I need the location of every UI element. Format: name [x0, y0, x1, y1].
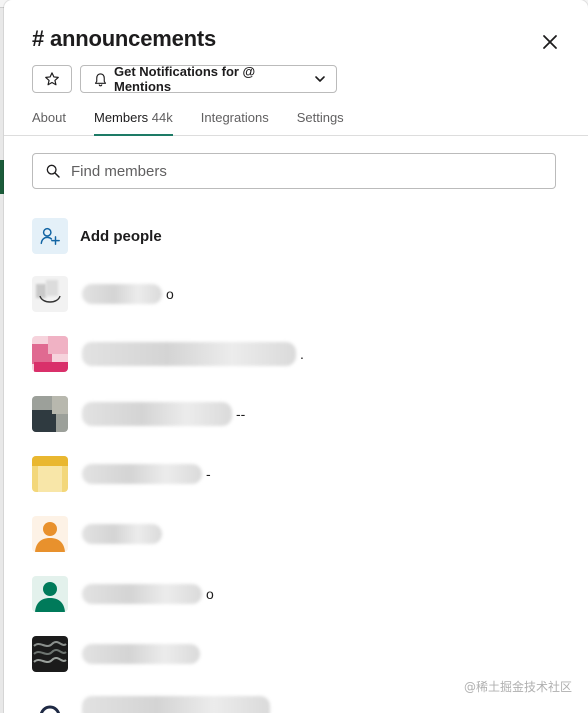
member-name-redacted [82, 464, 202, 484]
tab-bar: About Members 44k Integrations Settings [32, 110, 372, 136]
add-people-button[interactable]: Add people [32, 214, 556, 258]
member-name-tail: o [166, 286, 174, 302]
member-row[interactable]: -- [32, 384, 556, 444]
member-row[interactable]: o [32, 564, 556, 624]
star-icon [45, 72, 59, 86]
tab-members-count: 44k [151, 110, 173, 125]
default-avatar-icon [32, 576, 68, 612]
default-avatar-icon [32, 516, 68, 552]
watermark: @稀土掘金技术社区 [463, 680, 572, 694]
tab-about-label: About [32, 110, 66, 125]
avatar [32, 396, 68, 432]
avatar [32, 336, 68, 372]
tab-integrations[interactable]: Integrations [201, 110, 269, 136]
member-name-redacted [82, 696, 270, 713]
add-person-icon [32, 218, 68, 254]
chevron-down-icon [314, 73, 326, 85]
modal-header: # announcements Get Notifications for @ … [4, 0, 588, 136]
notification-preferences-button[interactable]: Get Notifications for @ Mentions [80, 64, 337, 94]
member-row[interactable] [32, 504, 556, 564]
avatar [32, 456, 68, 492]
channel-details-modal: # announcements Get Notifications for @ … [4, 0, 588, 713]
avatar [32, 276, 68, 312]
avatar [32, 636, 68, 672]
member-name-redacted [82, 284, 162, 304]
close-icon [543, 35, 557, 49]
avatar [32, 696, 68, 713]
member-name-redacted [82, 402, 232, 426]
tab-members-label: Members [93, 110, 149, 125]
close-button[interactable] [538, 30, 562, 54]
channel-title: # announcements [32, 26, 217, 51]
member-name-tail: -- [236, 406, 246, 422]
member-name-redacted [82, 524, 162, 544]
member-row[interactable] [32, 624, 556, 684]
member-row[interactable]: o [32, 264, 556, 324]
member-name-redacted [82, 644, 200, 664]
search-input[interactable] [71, 162, 531, 180]
member-name-redacted [82, 584, 202, 604]
notification-label: Get Notifications for @ Mentions [114, 64, 256, 94]
find-members-search[interactable] [32, 153, 556, 189]
member-name-tail: o [206, 586, 214, 602]
members-list: Add people o . -- - o [32, 214, 556, 713]
search-icon [46, 164, 60, 178]
member-name-tail: . [300, 346, 304, 362]
add-people-label: Add people [80, 227, 162, 245]
member-name-tail: - [206, 466, 211, 482]
member-row[interactable]: - [32, 444, 556, 504]
member-row[interactable]: . [32, 324, 556, 384]
tab-settings-label: Settings [296, 110, 344, 125]
tab-integrations-label: Integrations [200, 110, 269, 125]
bell-icon [93, 72, 108, 87]
tab-about[interactable]: About [32, 110, 66, 136]
tab-settings[interactable]: Settings [297, 110, 344, 136]
tab-members[interactable]: Members 44k [93, 110, 173, 136]
member-name-redacted [82, 342, 296, 366]
star-channel-button[interactable] [32, 65, 72, 93]
